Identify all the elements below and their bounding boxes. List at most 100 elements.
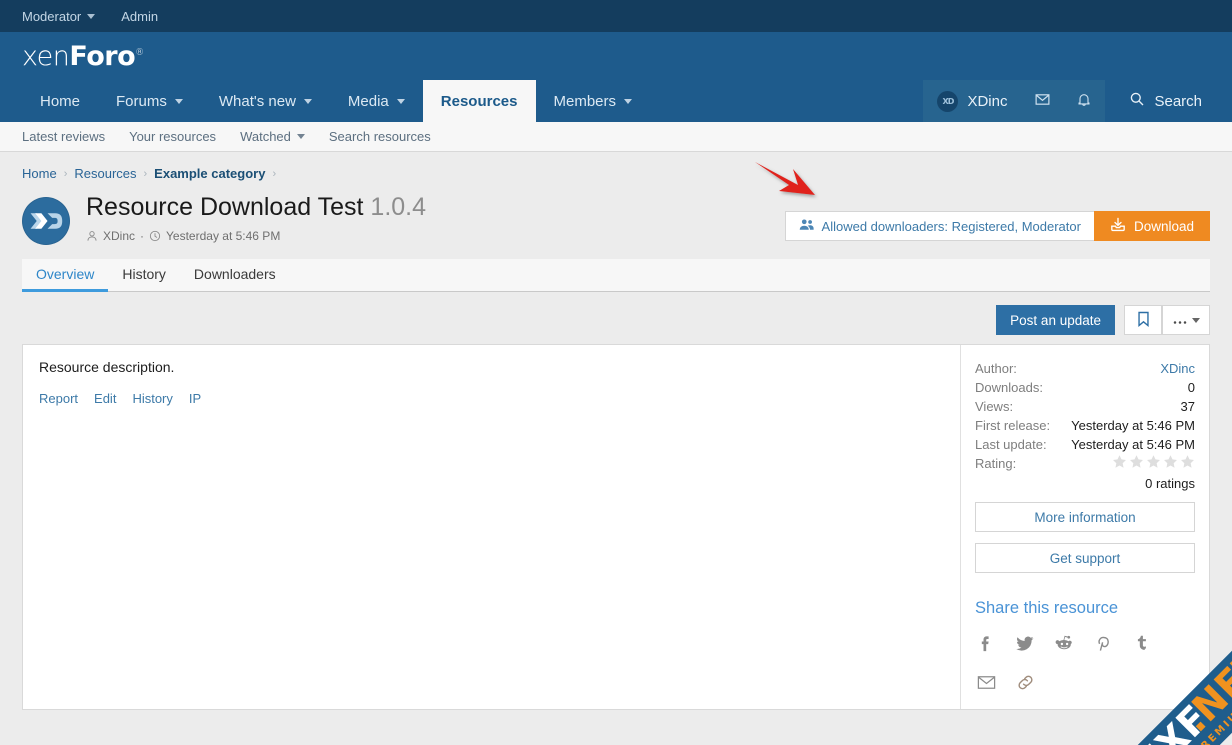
meta-value[interactable]: XDinc — [1160, 359, 1195, 378]
person-icon — [86, 230, 98, 242]
bell-icon — [1076, 91, 1092, 111]
subnav-item-watched[interactable]: Watched — [240, 129, 305, 144]
star-icon[interactable] — [1129, 454, 1144, 469]
breadcrumb-item-home[interactable]: Home — [22, 166, 57, 181]
breadcrumb-separator: › — [272, 168, 276, 180]
meta-row-last-update: Last update: Yesterday at 5:46 PM — [975, 435, 1195, 454]
nav-label: Forums — [116, 93, 167, 110]
star-icon[interactable] — [1112, 454, 1127, 469]
resource-title-block: Resource Download Test 1.0.4 XDinc · Yes… — [86, 193, 426, 243]
ip-link[interactable]: IP — [189, 391, 201, 406]
more-options-button[interactable] — [1162, 305, 1210, 335]
get-support-button[interactable]: Get support — [975, 543, 1195, 573]
tab-history[interactable]: History — [108, 259, 180, 292]
account-username: XDinc — [967, 93, 1007, 110]
star-icon[interactable] — [1146, 454, 1161, 469]
site-logo[interactable]: xenForo® — [22, 41, 144, 72]
site-header: xenForo® — [0, 32, 1232, 80]
reddit-icon[interactable] — [1053, 632, 1075, 654]
meta-key: Downloads: — [975, 378, 1043, 397]
nav-item-home[interactable]: Home — [22, 80, 98, 122]
search-button[interactable]: Search — [1113, 80, 1218, 122]
meta-key: Views: — [975, 397, 1013, 416]
more-information-button[interactable]: More information — [975, 502, 1195, 532]
download-icon — [1110, 217, 1126, 235]
meta-value: Yesterday at 5:46 PM — [1071, 435, 1195, 454]
post-update-button[interactable]: Post an update — [996, 305, 1115, 335]
section-navigation: Latest reviews Your resources Watched Se… — [0, 122, 1232, 152]
download-button-label: Download — [1134, 219, 1194, 234]
bookmark-icon — [1137, 311, 1150, 330]
resource-version: 1.0.4 — [370, 193, 426, 221]
chevron-down-icon — [87, 14, 95, 19]
subnav-item-search-resources[interactable]: Search resources — [329, 129, 431, 144]
allowed-downloaders-badge[interactable]: Allowed downloaders: Registered, Moderat… — [785, 211, 1094, 241]
admin-bar: Moderator Admin — [0, 0, 1232, 32]
breadcrumb: Home › Resources › Example category › — [0, 152, 1232, 187]
nav-item-media[interactable]: Media — [330, 80, 423, 122]
resource-header: Resource Download Test 1.0.4 XDinc · Yes… — [0, 187, 1232, 245]
nav-item-forums[interactable]: Forums — [98, 80, 201, 122]
search-icon — [1129, 91, 1145, 111]
chevron-down-icon — [304, 99, 312, 104]
twitter-icon[interactable] — [1014, 632, 1036, 654]
adminbar-moderator-link[interactable]: Moderator — [22, 9, 95, 24]
subnav-label: Watched — [240, 129, 291, 144]
nav-label: Media — [348, 93, 389, 110]
resource-tabs: Overview History Downloaders — [22, 259, 1210, 292]
resource-byline: XDinc · Yesterday at 5:46 PM — [86, 229, 426, 243]
history-link[interactable]: History — [132, 391, 172, 406]
meta-value: Yesterday at 5:46 PM — [1071, 416, 1195, 435]
nav-label: Home — [40, 93, 80, 110]
facebook-icon[interactable] — [975, 632, 997, 654]
meta-key: Rating: — [975, 454, 1016, 473]
edit-link[interactable]: Edit — [94, 391, 116, 406]
meta-key: First release: — [975, 416, 1050, 435]
nav-label: Members — [554, 93, 617, 110]
breadcrumb-item-resources[interactable]: Resources — [74, 166, 136, 181]
link-icon[interactable] — [1014, 671, 1036, 693]
logo-text-light: xen — [22, 41, 69, 72]
share-icons — [975, 632, 1165, 693]
share-section-title: Share this resource — [975, 599, 1195, 618]
email-icon[interactable] — [975, 671, 997, 693]
byline-date[interactable]: Yesterday at 5:46 PM — [166, 229, 280, 243]
resource-title: Resource Download Test — [86, 193, 363, 221]
ellipsis-icon — [1173, 313, 1188, 328]
adminbar-admin-link[interactable]: Admin — [121, 9, 158, 24]
account-menu[interactable]: XD XDinc — [923, 80, 1021, 122]
rating-stars[interactable] — [1112, 454, 1195, 473]
star-icon[interactable] — [1163, 454, 1178, 469]
resource-sidebar: Author: XDinc Downloads: 0 Views: 37 Fir… — [961, 345, 1209, 709]
subnav-item-latest-reviews[interactable]: Latest reviews — [22, 129, 105, 144]
resource-content-block: Resource description. Report Edit Histor… — [22, 344, 1210, 710]
ratings-count: 0 ratings — [975, 476, 1195, 491]
tab-overview[interactable]: Overview — [22, 259, 108, 292]
chevron-down-icon — [297, 134, 305, 139]
star-icon[interactable] — [1180, 454, 1195, 469]
users-icon — [799, 218, 814, 234]
avatar-monogram-icon — [29, 210, 63, 232]
report-link[interactable]: Report — [39, 391, 78, 406]
tab-downloaders[interactable]: Downloaders — [180, 259, 290, 292]
pinterest-icon[interactable] — [1092, 632, 1114, 654]
alerts-button[interactable] — [1063, 80, 1105, 122]
tumblr-icon[interactable] — [1131, 632, 1153, 654]
resource-description-panel: Resource description. Report Edit Histor… — [23, 345, 961, 709]
chevron-down-icon — [175, 99, 183, 104]
bookmark-button[interactable] — [1124, 305, 1162, 335]
meta-value: 37 — [1181, 397, 1195, 416]
byline-author[interactable]: XDinc — [103, 229, 135, 243]
download-button[interactable]: Download — [1094, 211, 1210, 241]
adminbar-moderator-label: Moderator — [22, 9, 81, 24]
breadcrumb-item-example-category[interactable]: Example category — [154, 166, 265, 181]
subnav-item-your-resources[interactable]: Your resources — [129, 129, 216, 144]
nav-item-members[interactable]: Members — [536, 80, 651, 122]
nav-item-whats-new[interactable]: What's new — [201, 80, 330, 122]
nav-item-resources[interactable]: Resources — [423, 80, 536, 122]
chevron-down-icon — [624, 99, 632, 104]
envelope-icon — [1034, 91, 1051, 111]
inbox-button[interactable] — [1021, 80, 1063, 122]
byline-dot: · — [140, 229, 144, 243]
author-avatar[interactable] — [22, 197, 70, 245]
